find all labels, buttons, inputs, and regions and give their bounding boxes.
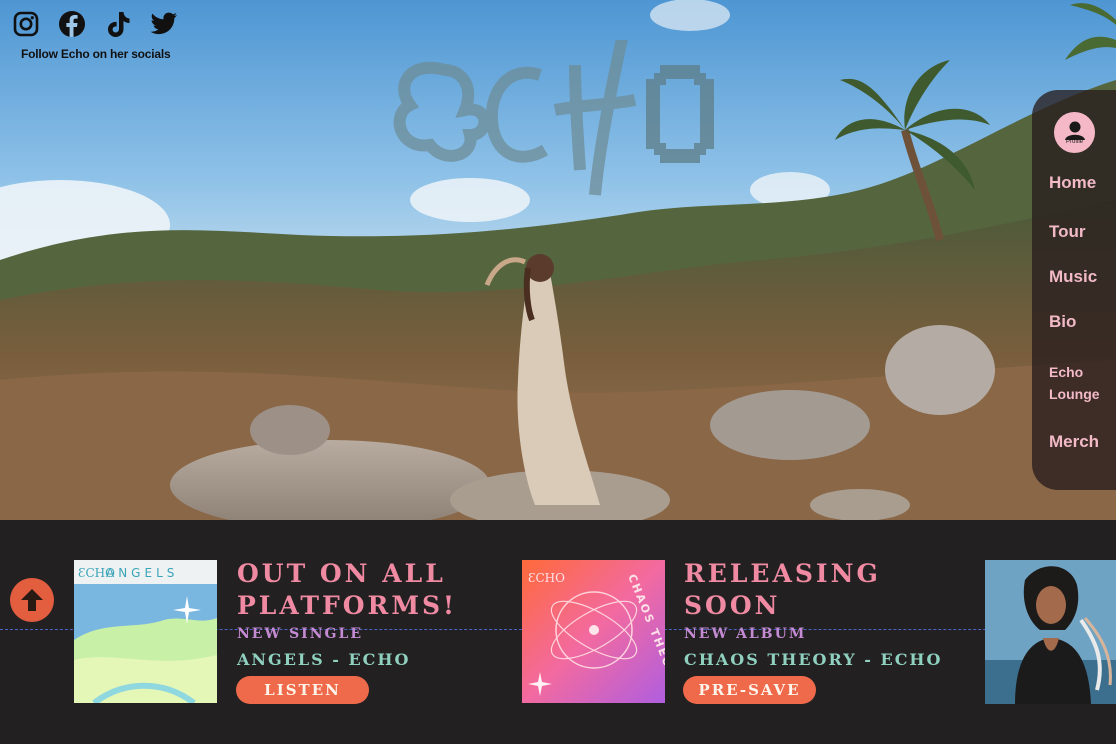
socials-caption: Follow Echo on her socials: [21, 47, 171, 61]
angels-cover-art: ANGELS ƐCHO: [74, 560, 217, 703]
svg-text:ƐCHO: ƐCHO: [78, 566, 115, 580]
album-cover-chaos-theory[interactable]: ƐCHO CHAOS THEORY: [522, 560, 665, 703]
hero-banner: Follow Echo on her socials Profile Home …: [0, 0, 1116, 520]
user-icon: [1064, 121, 1085, 140]
release-kind-1: New single: [237, 626, 363, 642]
echo-logo-art: [393, 23, 714, 196]
nav-item-bio[interactable]: Bio: [1049, 311, 1076, 333]
social-links: [12, 10, 178, 38]
release-heading-2: Releasing soon: [684, 559, 881, 620]
nav-item-merch[interactable]: Merch: [1049, 431, 1099, 453]
artist-photo[interactable]: [985, 560, 1116, 704]
release-kind-2: New album: [684, 626, 807, 642]
release-heading-1: Out on all platforms!: [237, 559, 458, 620]
single-cover-angels[interactable]: ANGELS ƐCHO: [74, 560, 217, 703]
listen-button[interactable]: Listen: [236, 676, 369, 704]
chaos-theory-cover-art: ƐCHO CHAOS THEORY: [522, 560, 665, 703]
pre-save-button[interactable]: Pre-save: [683, 676, 816, 704]
twitter-icon[interactable]: [150, 10, 178, 38]
tiktok-icon[interactable]: [104, 10, 132, 38]
nav-item-tour[interactable]: Tour: [1049, 221, 1086, 243]
releases-strip: ANGELS ƐCHO Out on all platforms! New si…: [0, 520, 1116, 744]
release-title-2: Chaos Theory - Echo: [684, 650, 943, 669]
facebook-icon[interactable]: [58, 10, 86, 38]
side-navigation: Profile Home Tour Music Bio Echo Lounge …: [1032, 90, 1116, 490]
instagram-icon[interactable]: [12, 10, 40, 38]
angels-cover-title: ANGELS: [106, 566, 178, 580]
echo-logo: [390, 23, 730, 196]
profile-button[interactable]: Profile: [1054, 112, 1095, 153]
nav-item-music[interactable]: Music: [1049, 266, 1097, 288]
release-title-1: Angels - Echo: [237, 650, 411, 669]
nav-item-home[interactable]: Home: [1049, 172, 1096, 194]
arrow-up-icon: [21, 589, 43, 611]
profile-label: Profile: [1065, 138, 1083, 145]
nav-item-echo-lounge[interactable]: Echo Lounge: [1049, 361, 1109, 405]
artist-photo-art: [985, 560, 1116, 704]
scroll-up-button[interactable]: [10, 578, 54, 622]
svg-text:ƐCHO: ƐCHO: [528, 571, 565, 585]
